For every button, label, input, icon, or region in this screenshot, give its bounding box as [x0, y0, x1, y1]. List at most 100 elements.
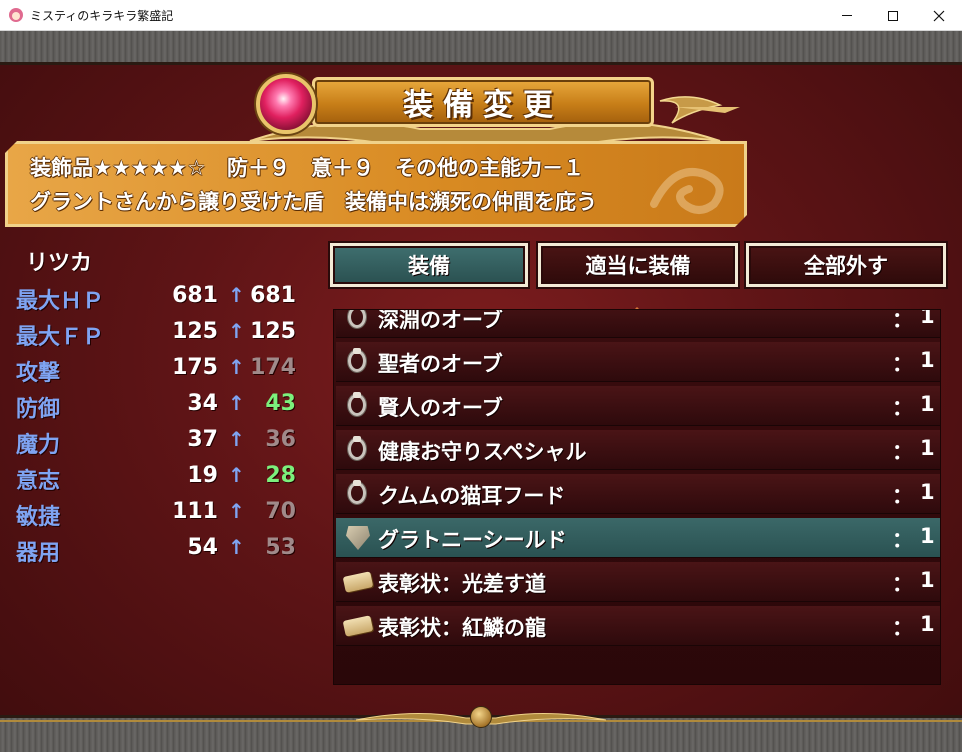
stat-new-value: 36: [265, 427, 296, 452]
up-arrow-icon: ↑: [228, 319, 245, 343]
item-colon: ：: [892, 440, 913, 464]
item-colon: ：: [892, 484, 913, 508]
item-row[interactable]: 表彰状：紅鱗の龍 ： 1: [336, 606, 940, 646]
stat-label: 防御: [16, 397, 61, 422]
stat-current-value: 34: [187, 391, 218, 416]
ring-icon: [344, 310, 370, 330]
item-name: クムムの猫耳フード: [378, 484, 566, 508]
item-row[interactable]: 表彰状：光差す道 ： 1: [336, 562, 940, 602]
ring-icon: [344, 436, 370, 462]
item-list[interactable]: 深淵のオーブ： 1 聖者のオーブ： 1 賢人のオーブ： 1 健康お守りスペシャル： 1 クムムの…: [333, 309, 941, 685]
stat-current-value: 175: [172, 355, 218, 380]
header-plaque: 装備変更: [312, 77, 654, 127]
character-name: リツカ: [26, 251, 93, 276]
scroll-icon: [342, 570, 374, 594]
window-title: ミスティのキラキラ繁盛記: [30, 8, 174, 23]
maximize-button[interactable]: [870, 0, 916, 31]
stat-new-value: 125: [250, 319, 296, 344]
stat-new-value: 174: [250, 355, 296, 380]
description-line-2: グラントさんから譲り受けた盾 装備中は瀕死の仲間を庇う: [30, 190, 597, 214]
stat-row: 魔力 37 ↑ 36: [16, 425, 306, 458]
scroll-icon: [342, 614, 374, 638]
stone-border-bottom: [0, 706, 962, 752]
game-screen: 装備変更 装飾品★★★★★☆ 防＋９ 意＋９ その他の主能力－１ グラントさんか…: [0, 31, 962, 752]
stat-row: 最大ＦＰ 125 ↑ 125: [16, 317, 306, 350]
item-name: 深淵のオーブ: [378, 309, 503, 332]
item-row[interactable]: 深淵のオーブ ： 1: [336, 309, 940, 338]
up-arrow-icon: ↑: [228, 355, 245, 379]
item-colon: ：: [892, 309, 913, 332]
stat-new-value: 28: [265, 463, 296, 488]
item-quantity: 1: [920, 436, 935, 460]
equip-button[interactable]: 装備: [330, 243, 528, 287]
item-colon: ：: [892, 528, 913, 552]
stat-current-value: 37: [187, 427, 218, 452]
item-name: グラトニーシールド: [378, 528, 567, 552]
ring-icon: [344, 348, 370, 374]
stat-current-value: 111: [172, 499, 218, 524]
minimize-icon: [842, 15, 852, 16]
stat-new-value: 681: [250, 283, 296, 308]
screen-title: 装備変更: [403, 88, 563, 123]
item-row[interactable]: クムムの猫耳フード ： 1: [336, 474, 940, 514]
stone-border-top: [0, 31, 962, 65]
stat-current-value: 19: [187, 463, 218, 488]
up-arrow-icon: ↑: [228, 283, 245, 307]
shield-icon: [344, 526, 370, 550]
item-quantity: 1: [920, 480, 935, 504]
stat-new-value: 43: [265, 391, 296, 416]
close-button[interactable]: [916, 0, 962, 31]
pink-gem-icon: [256, 74, 316, 134]
stat-row: 最大ＨＰ 681 ↑ 681: [16, 281, 306, 314]
stat-label: 意志: [16, 469, 61, 494]
stat-current-value: 54: [187, 535, 218, 560]
swirl-ornament-icon: [644, 154, 734, 218]
stat-row: 器用 54 ↑ 53: [16, 533, 306, 566]
item-name: 賢人のオーブ: [378, 396, 503, 420]
ring-icon: [344, 480, 370, 506]
item-quantity: 1: [920, 309, 935, 328]
stat-new-value: 53: [265, 535, 296, 560]
item-quantity: 1: [920, 568, 935, 592]
item-description-box: 装飾品★★★★★☆ 防＋９ 意＋９ その他の主能力－１ グラントさんから譲り受け…: [5, 141, 747, 227]
item-row[interactable]: 賢人のオーブ ： 1: [336, 386, 940, 426]
up-arrow-icon: ↑: [228, 391, 245, 415]
stat-row: 意志 19 ↑ 28: [16, 461, 306, 494]
item-quantity: 1: [920, 392, 935, 416]
up-arrow-icon: ↑: [228, 535, 245, 559]
app-icon: [8, 7, 24, 23]
item-name: 健康お守りスペシャル: [378, 440, 587, 464]
item-row[interactable]: グラトニーシールド ： 1: [336, 518, 940, 558]
stat-row: 敏捷 111 ↑ 70: [16, 497, 306, 530]
stat-label: 魔力: [16, 433, 61, 458]
description-line-1: 装飾品★★★★★☆ 防＋９ 意＋９ その他の主能力－１: [30, 156, 584, 180]
up-arrow-icon: ↑: [228, 499, 245, 523]
auto-equip-button[interactable]: 適当に装備: [538, 243, 738, 287]
remove-all-button[interactable]: 全部外す: [746, 243, 946, 287]
item-row[interactable]: 聖者のオーブ ： 1: [336, 342, 940, 382]
minimize-button[interactable]: [824, 0, 870, 31]
gold-orb-icon: [470, 706, 492, 728]
maximize-icon: [888, 10, 898, 21]
window-titlebar: ミスティのキラキラ繁盛記: [0, 0, 962, 31]
item-name: 表彰状：紅鱗の龍: [378, 616, 546, 640]
stat-label: 最大ＦＰ: [16, 325, 105, 350]
ring-icon: [344, 392, 370, 418]
item-row[interactable]: 健康お守りスペシャル ： 1: [336, 430, 940, 470]
item-quantity: 1: [920, 524, 935, 548]
stat-current-value: 681: [172, 283, 218, 308]
up-arrow-icon: ↑: [228, 463, 245, 487]
stat-label: 最大ＨＰ: [16, 289, 105, 314]
item-name: 聖者のオーブ: [378, 352, 503, 376]
item-colon: ：: [892, 616, 913, 640]
up-arrow-icon: ↑: [228, 427, 245, 451]
item-name: 表彰状：光差す道: [378, 572, 546, 596]
stat-row: 防御 34 ↑ 43: [16, 389, 306, 422]
close-icon: [933, 10, 945, 21]
stat-row: 攻撃 175 ↑ 174: [16, 353, 306, 386]
stat-current-value: 125: [172, 319, 218, 344]
item-quantity: 1: [920, 612, 935, 636]
item-colon: ：: [892, 572, 913, 596]
stat-label: 敏捷: [16, 505, 61, 530]
stat-label: 攻撃: [16, 361, 61, 386]
